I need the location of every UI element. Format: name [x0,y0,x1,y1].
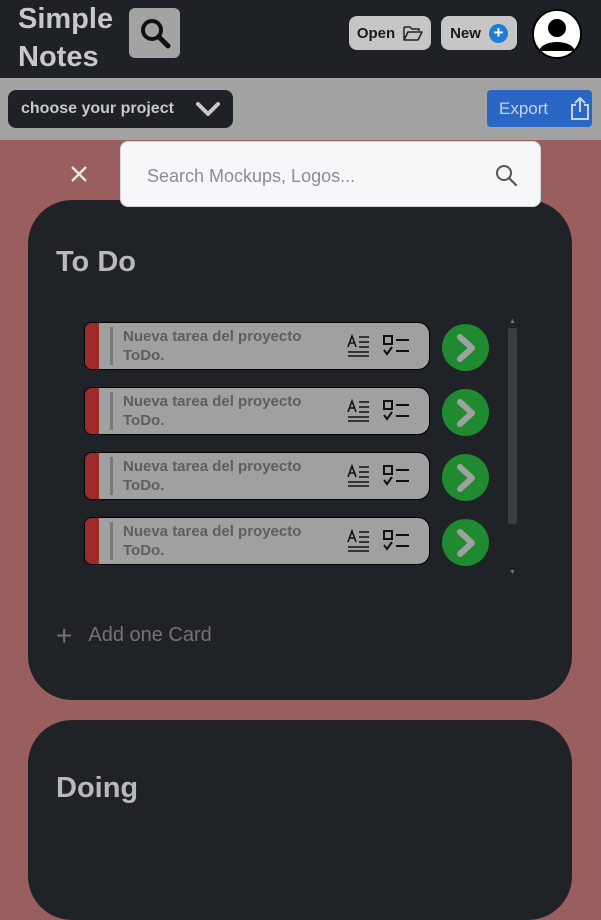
export-button[interactable]: Export [487,90,592,127]
close-search-button[interactable] [66,161,92,187]
add-card-button[interactable]: + Add one Card [56,619,212,651]
chevron-right-icon [456,333,475,362]
scroll-down-arrow[interactable]: ▼ [509,569,516,576]
open-button[interactable]: Open [349,16,431,50]
user-avatar[interactable] [532,9,582,59]
card-divider [110,392,113,430]
checklist-icon[interactable] [382,335,410,357]
close-icon [71,166,87,182]
card-color-stripe [85,453,99,499]
folder-open-icon [403,25,423,41]
column-title: Doing [56,772,139,804]
move-card-button[interactable] [442,389,489,436]
task-card[interactable]: Nueva tarea del proyecto ToDo. [84,517,430,565]
search-icon [140,19,170,49]
plus-circle-icon: + [488,23,508,43]
card-text: Nueva tarea del proyecto ToDo. [123,523,302,559]
card-divider [110,522,113,560]
card-text: Nueva tarea del proyecto ToDo. [123,328,302,364]
task-card[interactable]: Nueva tarea del proyecto ToDo. [84,387,430,435]
card-divider [110,327,113,365]
search-overlay [120,141,541,207]
search-input[interactable] [145,160,479,192]
project-select[interactable]: choose your project [8,90,233,128]
project-bar: choose your project Export [0,78,601,140]
chevron-down-icon [196,102,220,116]
text-description-icon[interactable] [347,464,371,488]
card-text: Nueva tarea del proyecto ToDo. [123,458,302,494]
card-list-scrollbar[interactable]: ▲ ▼ [508,318,517,576]
top-bar: Simple Notes Open New + [0,0,601,78]
new-button[interactable]: New + [441,16,517,50]
search-button[interactable] [129,8,180,58]
add-card-label: Add one Card [88,624,212,646]
task-card[interactable]: Nueva tarea del proyecto ToDo. [84,452,430,500]
task-card[interactable]: Nueva tarea del proyecto ToDo. [84,322,430,370]
share-icon [571,96,590,120]
card-text: Nueva tarea del proyecto ToDo. [123,393,302,429]
text-description-icon[interactable] [347,529,371,553]
export-label: Export [499,98,549,118]
card-divider [110,457,113,495]
open-label: Open [356,24,396,42]
checklist-icon[interactable] [382,400,410,422]
card-color-stripe [85,518,99,564]
scrollbar-thumb[interactable] [508,328,517,524]
text-description-icon[interactable] [347,399,371,423]
move-card-button[interactable] [442,324,489,371]
checklist-icon[interactable] [382,530,410,552]
chevron-right-icon [456,398,475,427]
new-label: New [450,24,481,42]
text-description-icon[interactable] [347,334,371,358]
app-title: Simple Notes [18,3,114,73]
move-card-button[interactable] [442,519,489,566]
checklist-icon[interactable] [382,465,410,487]
chevron-right-icon [456,528,475,557]
project-select-label: choose your project [21,100,174,117]
search-icon[interactable] [494,163,518,187]
scroll-up-arrow[interactable]: ▲ [509,318,516,325]
column-title: To Do [56,246,136,278]
card-color-stripe [85,388,99,434]
plus-icon: + [56,619,73,651]
user-icon [534,11,580,57]
column-doing: Doing [28,720,572,920]
chevron-right-icon [456,463,475,492]
card-color-stripe [85,323,99,369]
move-card-button[interactable] [442,454,489,501]
column-todo: To Do Nueva tarea del proyecto ToDo. Nue… [28,200,572,700]
